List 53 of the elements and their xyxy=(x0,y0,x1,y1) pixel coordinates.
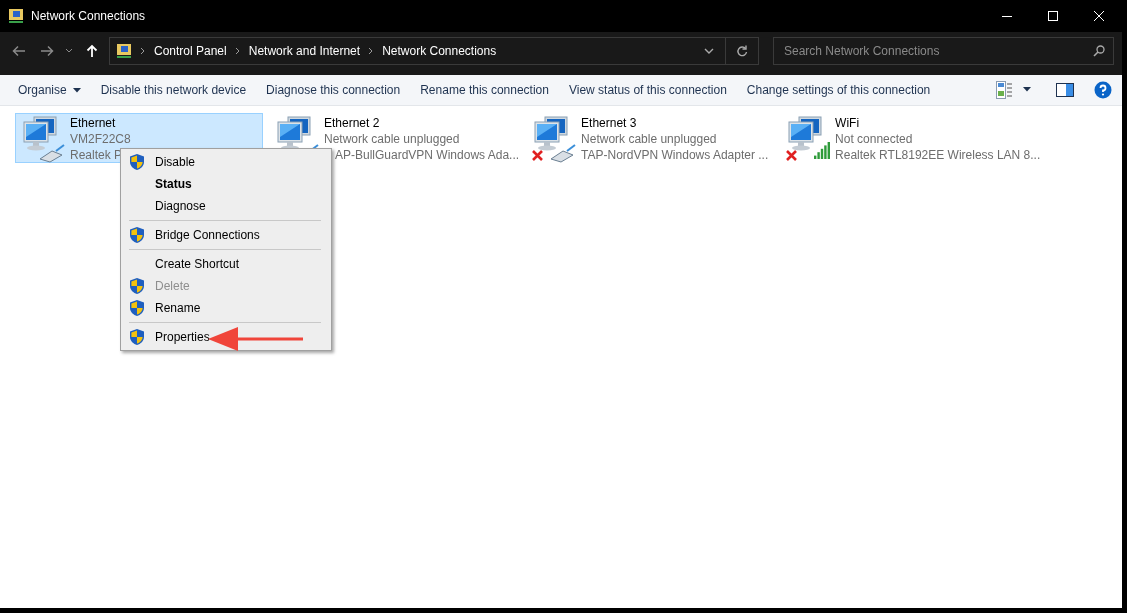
search-field[interactable]: Search Network Connections xyxy=(782,43,1093,59)
network-folder-icon xyxy=(8,8,24,24)
connection-item[interactable]: WiFi Not connected Realtek RTL8192EE Wireless LAN 8... xyxy=(780,113,1042,163)
menu-item[interactable]: Properties xyxy=(123,326,212,348)
shield-icon xyxy=(129,153,145,171)
caret-icon xyxy=(72,87,81,93)
address-bar[interactable]: Control Panel Network and Internet Network Connections xyxy=(109,37,759,65)
breadcrumb-item[interactable]: Network and Internet xyxy=(248,44,361,58)
search-icon xyxy=(1093,45,1105,57)
menu-item[interactable]: Create Shortcut xyxy=(123,253,242,275)
organise-menu[interactable]: Organise xyxy=(8,77,91,103)
connection-status: VM2F22C8 xyxy=(70,131,131,147)
shield-icon xyxy=(129,277,145,295)
window-title: Network Connections xyxy=(31,9,146,23)
close-icon[interactable] xyxy=(1093,10,1105,22)
connection-name: Ethernet xyxy=(70,115,117,131)
up-arrow-icon[interactable] xyxy=(86,44,99,58)
chevron-right-icon xyxy=(140,47,146,55)
command-button[interactable]: Rename this connection xyxy=(410,77,559,103)
help-icon[interactable] xyxy=(1094,81,1112,99)
chevron-right-icon xyxy=(368,47,375,55)
connection-item[interactable]: Ethernet 3 Network cable unplugged TAP-NordVPN Windows Adapter ... xyxy=(526,113,775,163)
command-button[interactable]: View status of this connection xyxy=(558,77,737,103)
shield-icon xyxy=(129,226,145,244)
connection-name: Ethernet 3 xyxy=(581,115,638,131)
menu-item[interactable]: Status xyxy=(123,173,194,195)
forward-icon[interactable] xyxy=(39,45,54,57)
adapter-name: Realtek RTL8192EE Wireless LAN 8... xyxy=(835,147,1041,163)
connection-status: Network cable unplugged xyxy=(581,131,718,147)
shield-icon xyxy=(129,299,145,317)
connection-status: Not connected xyxy=(835,131,914,147)
menu-item[interactable]: Bridge Connections xyxy=(123,224,262,246)
command-button[interactable]: Change settings of this connection xyxy=(736,77,941,103)
back-icon[interactable] xyxy=(11,45,26,57)
breadcrumb-item[interactable]: Network Connections xyxy=(382,44,497,58)
connection-status: Network cable unplugged xyxy=(324,131,461,147)
change-view-icon[interactable] xyxy=(996,81,1012,99)
adapter-name: TAP-NordVPN Windows Adapter ... xyxy=(581,147,769,163)
search-box[interactable]: Search Network Connections xyxy=(773,37,1114,65)
chevron-right-icon xyxy=(234,47,241,55)
connection-name: Ethernet 2 xyxy=(324,115,381,131)
command-button[interactable]: Disable this network device xyxy=(90,77,257,103)
chevron-down-icon[interactable] xyxy=(65,48,74,54)
maximize-icon[interactable] xyxy=(1047,10,1059,22)
network-folder-icon xyxy=(116,43,132,59)
preview-pane-icon[interactable] xyxy=(1056,83,1074,97)
menu-item[interactable]: Rename xyxy=(123,297,203,319)
command-button[interactable]: Diagnose this connection xyxy=(256,77,411,103)
breadcrumb-item[interactable]: Control Panel xyxy=(154,44,227,58)
adapter-name: AP-BullGuardVPN Windows Ada... xyxy=(335,147,520,163)
connection-name: WiFi xyxy=(835,115,861,131)
shield-icon xyxy=(129,328,145,346)
menu-item[interactable]: Diagnose xyxy=(123,195,208,217)
